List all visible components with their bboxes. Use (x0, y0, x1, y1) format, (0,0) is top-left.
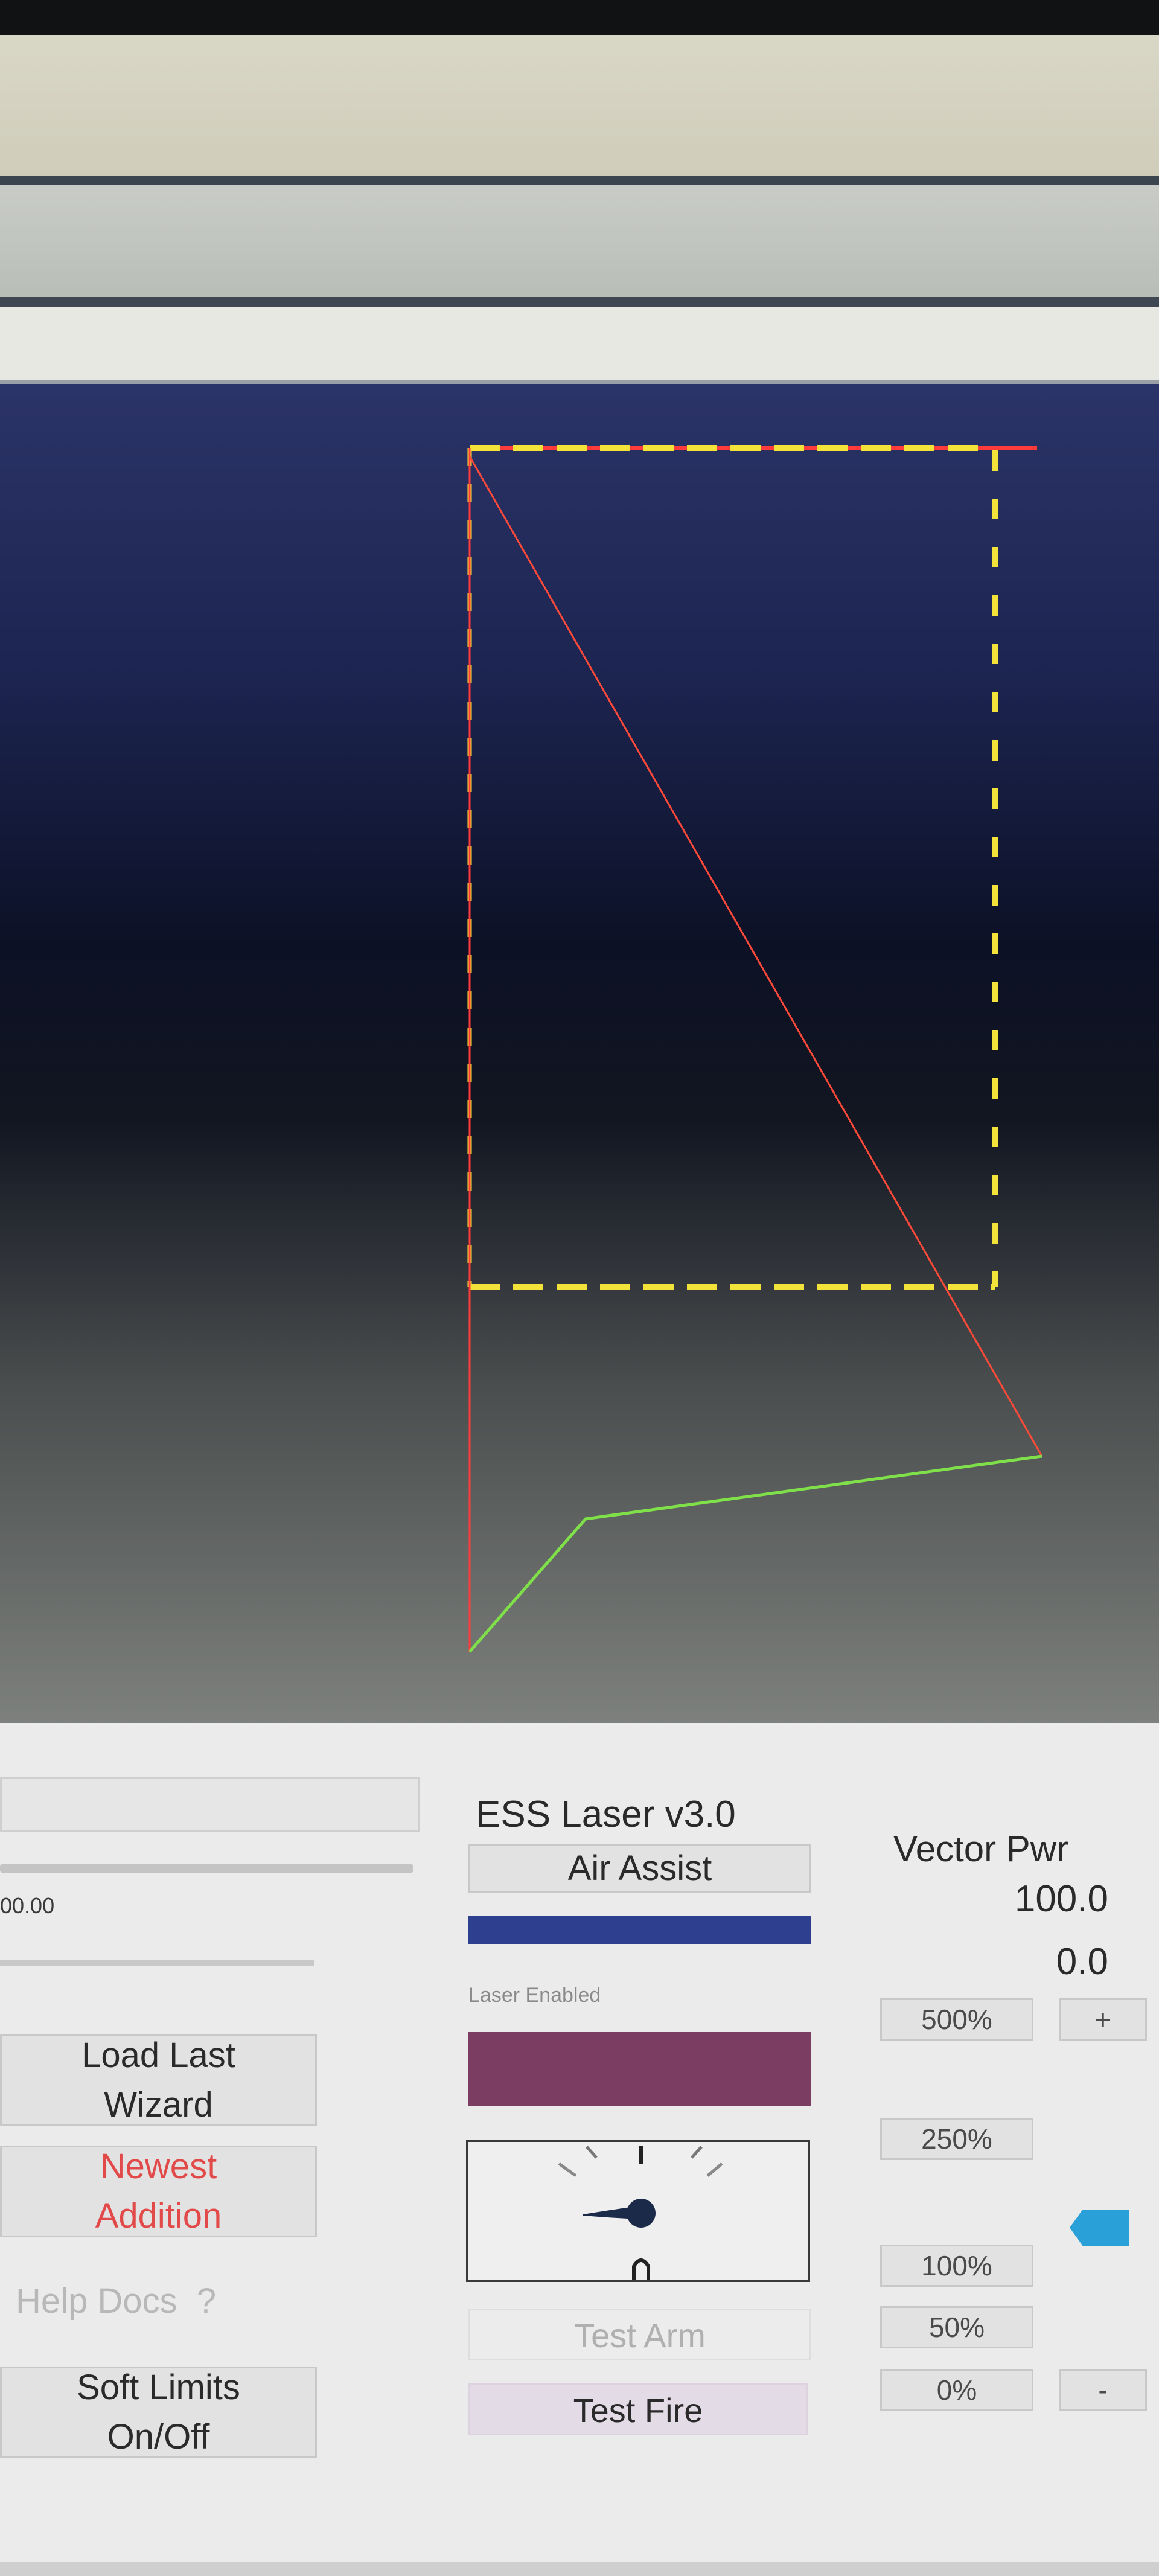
soft-limits-label: Soft Limits On/Off (77, 2368, 240, 2456)
coord-readout: 00.00 (0, 1893, 55, 1918)
preset-500-label: 500% (921, 2004, 992, 2035)
toolbar (0, 307, 1159, 384)
left-slider-track-2[interactable] (0, 1960, 314, 1966)
toolpath-viewport[interactable] (0, 384, 1159, 1723)
power-level-indicator[interactable] (1070, 2210, 1129, 2246)
menu-bar-divider (0, 297, 1159, 307)
preset-50-button[interactable]: 50% (880, 2306, 1033, 2348)
preset-50-label: 50% (928, 2312, 985, 2343)
preset-0-label: 0% (936, 2374, 977, 2406)
plus-button[interactable]: + (1059, 1998, 1147, 2041)
air-assist-label: Air Assist (567, 1849, 712, 1888)
soft-limits-button[interactable]: Soft Limits On/Off (0, 2367, 317, 2458)
minus-button[interactable]: - (1059, 2369, 1147, 2411)
left-slider-track[interactable] (0, 1864, 413, 1873)
preset-250-button[interactable]: 250% (880, 2118, 1033, 2160)
toolpath-canvas (467, 445, 1043, 1653)
panel-bottom-edge (0, 2562, 1159, 2576)
gauge-hub (627, 2199, 656, 2228)
load-last-wizard-label: Load Last Wizard (81, 2036, 235, 2124)
title-bar (0, 35, 1159, 180)
power-gauge (466, 2140, 810, 2282)
laser-enabled-label: Laser Enabled (468, 1984, 601, 2007)
top-strip (0, 0, 1159, 35)
menu-bar (0, 185, 1159, 299)
vector-power-value: 100.0 (1014, 1878, 1108, 1920)
title-bar-divider (0, 176, 1159, 185)
minus-label: - (1098, 2374, 1108, 2406)
help-docs-link[interactable]: Help Docs ? (16, 2281, 216, 2321)
help-docs-label: Help Docs ? (16, 2281, 217, 2321)
test-arm-label: Test Arm (574, 2316, 706, 2354)
preset-250-label: 250% (921, 2123, 992, 2155)
left-group-header (0, 1777, 420, 1832)
gauge-tick-right (691, 2146, 703, 2159)
test-fire-label: Test Fire (573, 2391, 703, 2429)
gauge-base-notch (632, 2258, 650, 2280)
load-last-wizard-button[interactable]: Load Last Wizard (0, 2034, 317, 2126)
gauge-tick-far-right (706, 2162, 723, 2177)
preset-0-button[interactable]: 0% (880, 2369, 1033, 2411)
laser-enabled-indicator (468, 2032, 811, 2106)
feed-path (468, 1454, 1042, 1653)
gauge-tick-left (586, 2146, 598, 2159)
air-assist-indicator (468, 1916, 811, 1944)
vector-power-secondary-value: 0.0 (1056, 1941, 1108, 1983)
preset-100-label: 100% (921, 2250, 992, 2281)
laser-title: ESS Laser v3.0 (476, 1794, 736, 1835)
test-arm-button[interactable]: Test Arm (468, 2309, 811, 2360)
newest-addition-button[interactable]: Newest Addition (0, 2146, 317, 2237)
preset-500-button[interactable]: 500% (880, 1998, 1033, 2041)
test-fire-button[interactable]: Test Fire (468, 2383, 808, 2435)
preset-100-button[interactable]: 100% (880, 2245, 1033, 2287)
control-panel: 00.00 Load Last Wizard Newest Addition H… (0, 1723, 1159, 2576)
gauge-tick-far-left (558, 2162, 577, 2178)
vector-power-title: Vector Pwr (893, 1829, 1069, 1869)
gauge-graphic (558, 2146, 723, 2280)
plus-label: + (1094, 2004, 1111, 2035)
newest-addition-label: Newest Addition (95, 2147, 222, 2236)
air-assist-button[interactable]: Air Assist (468, 1844, 811, 1893)
rapid-diagonal-line (468, 456, 1043, 1457)
